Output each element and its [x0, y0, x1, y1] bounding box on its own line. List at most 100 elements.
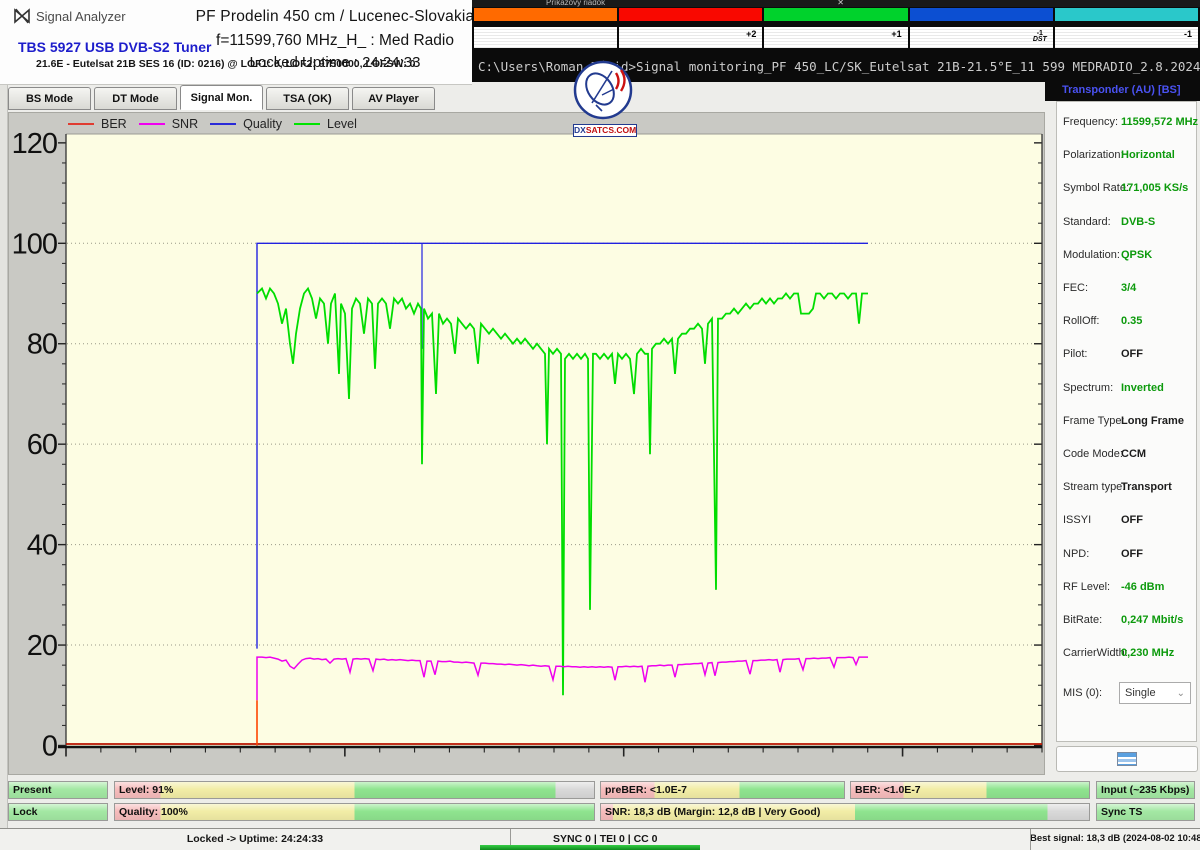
tab-dt-mode[interactable]: DT Mode	[94, 87, 177, 110]
row-value: -46 dBm	[1121, 581, 1164, 593]
legend-label: Quality	[243, 117, 282, 131]
row-label: NPD:	[1063, 548, 1089, 560]
row-value: 11599,572 MHz	[1121, 116, 1198, 128]
transponder-row-rolloff-: RollOff: 0.35	[1057, 315, 1196, 331]
clock-berlin-paris-vienna-roma	[474, 8, 617, 50]
signal-analyzer-icon	[13, 7, 31, 25]
transponder-row-symbol-rate-: Symbol Rate:171,005 KS/s	[1057, 182, 1196, 198]
tab-signal-mon-[interactable]: Signal Mon.	[180, 85, 263, 110]
clock-moscow: +1	[764, 8, 907, 50]
transponder-row-bitrate-: BitRate:0,247 Mbit/s	[1057, 614, 1196, 630]
indicator-bar-present: Present	[8, 781, 108, 799]
indicator-label: Present	[13, 784, 52, 796]
utc-offset: +2	[746, 29, 756, 39]
legend-color-dash	[68, 123, 94, 125]
transponder-row-carrierwidth-: CarrierWidth:0,230 MHz	[1057, 647, 1196, 663]
indicator-bar-preber: preBER: <1.0E-7	[600, 781, 845, 799]
row-value: OFF	[1121, 514, 1143, 526]
indicator-label: BER: <1.0E-7	[855, 784, 921, 796]
indicator-bar-ber: BER: <1.0E-7	[850, 781, 1090, 799]
legend-item-snr: SNR	[139, 117, 198, 131]
indicator-label: Quality: 100%	[119, 806, 188, 818]
row-value: QPSK	[1121, 249, 1152, 261]
row-label: Frequency:	[1063, 116, 1118, 128]
close-icon[interactable]: ✕	[837, 0, 850, 7]
clock-time-row: -1	[1055, 27, 1198, 48]
row-value: OFF	[1121, 548, 1143, 560]
row-label: MIS (0):	[1063, 687, 1102, 699]
row-label: Standard:	[1063, 216, 1111, 228]
chart-legend: BER SNR Quality Level	[68, 117, 357, 131]
indicator-label: Input (~235 Kbps)	[1101, 784, 1189, 796]
row-value: 0,230 MHz	[1121, 647, 1174, 659]
world-clocks: +2 +1-1DST -1	[474, 8, 1198, 50]
mode-tabs: BS ModeDT ModeSignal Mon.TSA (OK)AV Play…	[8, 87, 435, 110]
row-label: Frame Type:	[1063, 415, 1125, 427]
legend-item-level: Level	[294, 117, 357, 131]
legend-item-quality: Quality	[210, 117, 282, 131]
transponder-row-standard-: Standard: DVB-S	[1057, 216, 1196, 232]
clock-city-label	[910, 8, 1053, 21]
row-value: Long Frame	[1121, 415, 1184, 427]
clock-rabat-casablanca: -1	[1055, 8, 1198, 50]
status-locked-uptime: Locked -> Uptime: 24:24:33	[0, 833, 510, 845]
row-label: RollOff:	[1063, 315, 1099, 327]
indicator-bar-level: Level: 91%	[114, 781, 595, 799]
chart-panel	[8, 112, 1045, 775]
transponder-row-issyi: ISSYI OFF	[1057, 514, 1196, 530]
clock-dubai: +2	[619, 8, 762, 50]
legend-label: BER	[101, 117, 127, 131]
indicator-label: preBER: <1.0E-7	[605, 784, 687, 796]
row-label: BitRate:	[1063, 614, 1102, 626]
transponder-row-frame-type-: Frame Type:Long Frame	[1057, 415, 1196, 431]
transponder-row-mis: MIS (0):	[1057, 687, 1196, 703]
window-title: Signal Analyzer	[36, 9, 126, 24]
transponder-row-stream-type-: Stream type:Transport	[1057, 481, 1196, 497]
tab-bs-mode[interactable]: BS Mode	[8, 87, 91, 110]
row-label: Modulation:	[1063, 249, 1120, 261]
transponder-title: Transponder (AU) [BS]	[1062, 84, 1181, 96]
clock-city-label	[764, 8, 907, 21]
indicator-bar-syncts: Sync TS	[1096, 803, 1195, 821]
indicator-label: Level: 91%	[119, 784, 173, 796]
row-label: Polarization:	[1063, 149, 1124, 161]
row-value: OFF	[1121, 348, 1143, 360]
indicator-label: Lock	[13, 806, 38, 818]
transponder-row-npd-: NPD: OFF	[1057, 548, 1196, 564]
row-value: 0.35	[1121, 315, 1142, 327]
transponder-row-code-mode-: Code Mode:CCM	[1057, 448, 1196, 464]
legend-color-dash	[139, 123, 165, 125]
clock-time-row: +2	[619, 27, 762, 48]
transponder-row-spectrum-: Spectrum:Inverted	[1057, 382, 1196, 398]
tuner-name: TBS 5927 USB DVB-S2 Tuner	[18, 39, 211, 55]
window-left-border	[0, 85, 8, 828]
panel-toggle-button[interactable]	[1056, 746, 1198, 772]
legend-label: Level	[327, 117, 357, 131]
row-label: ISSYI	[1063, 514, 1091, 526]
row-label: Code Mode:	[1063, 448, 1123, 460]
utc-offset: -1	[1184, 29, 1192, 39]
clock-city-label	[1055, 8, 1198, 21]
dxsatcs-label: DXSATCS.COM	[573, 124, 637, 137]
row-label: Spectrum:	[1063, 382, 1113, 394]
clock-time-row	[474, 27, 617, 48]
command-prompt-title: Príkazový riadok	[546, 0, 605, 7]
clock-time-row: -1DST	[910, 27, 1053, 48]
status-sync-counters: SYNC 0 | TEI 0 | CC 0	[553, 833, 658, 845]
row-value: DVB-S	[1121, 216, 1155, 228]
signal-analyzer-screen: 020406080100120 BERSNRQualityLevel Signa…	[0, 0, 1200, 850]
row-label: RF Level:	[1063, 581, 1110, 593]
clock-london-eng: -1DST	[910, 8, 1053, 50]
taskbar-peek[interactable]	[480, 845, 700, 850]
clock-city-label	[619, 8, 762, 21]
status-best-signal: Best signal: 18,3 dB (2024-08-02 10:48)	[1030, 833, 1200, 844]
transponder-row-rf-level-: RF Level: -46 dBm	[1057, 581, 1196, 597]
command-prompt-titlebar[interactable]: Príkazový riadok ✕	[472, 0, 1200, 7]
clock-city-label	[474, 8, 617, 21]
tab-av-player[interactable]: AV Player	[352, 87, 435, 110]
tab-tsa-ok-[interactable]: TSA (OK)	[266, 87, 349, 110]
row-label: CarrierWidth:	[1063, 647, 1128, 659]
transponder-row-frequency-: Frequency:11599,572 MHz	[1057, 116, 1196, 132]
row-value: 3/4	[1121, 282, 1136, 294]
indicator-label: Sync TS	[1101, 806, 1142, 818]
